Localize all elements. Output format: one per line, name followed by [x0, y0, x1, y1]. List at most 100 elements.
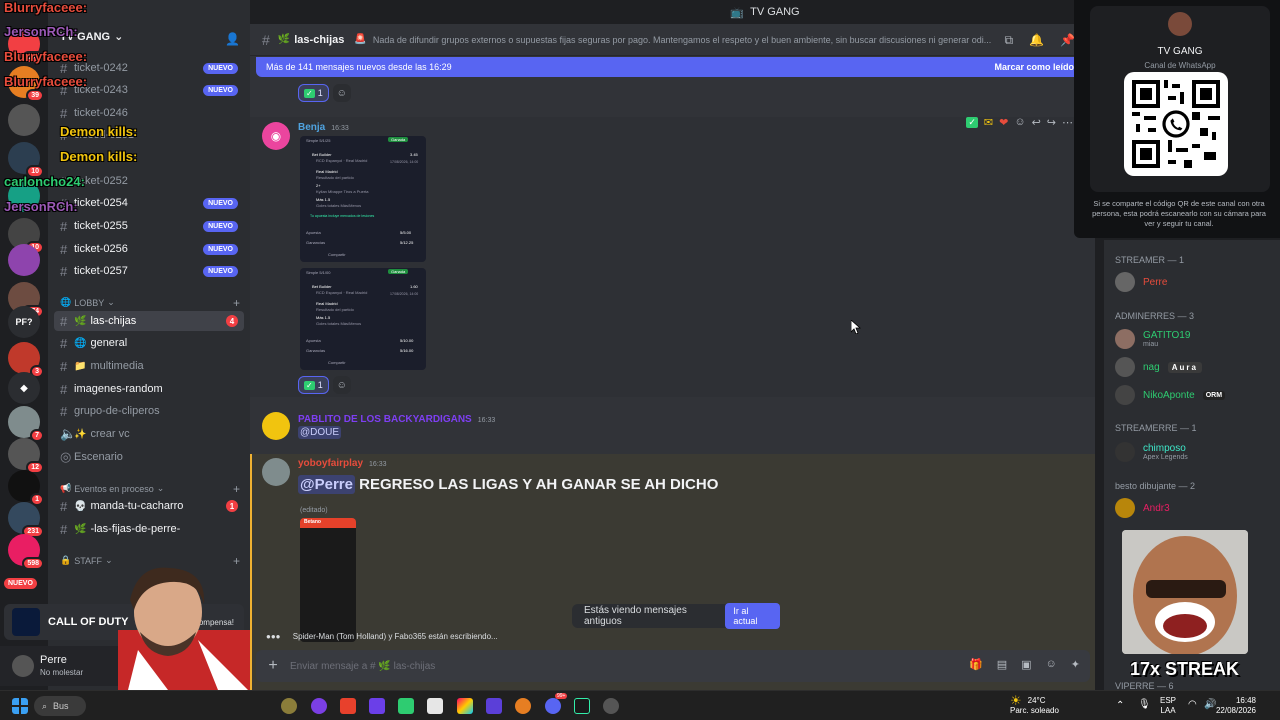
server-icon-13[interactable]: 1 — [8, 470, 44, 506]
tray-chevron-icon[interactable]: ⌃ — [1116, 700, 1124, 711]
app-icon-11[interactable] — [574, 698, 590, 714]
member-item[interactable]: chimposo Apex Legends — [1115, 440, 1188, 464]
channel-manda-tu-cacharro[interactable]: # 💀 manda-tu-cacharro 1 — [54, 496, 244, 516]
app-icon-2[interactable] — [311, 698, 327, 714]
windows-start-icon[interactable] — [12, 698, 28, 714]
gif-icon[interactable]: ▤ — [997, 658, 1007, 671]
composer-placeholder[interactable]: Enviar mensaje a # 🌿 las-chijas — [290, 661, 435, 672]
jump-to-present-button[interactable]: Ir al actual — [725, 603, 780, 629]
volume-icon[interactable]: 🔊 — [1204, 699, 1216, 710]
mail-icon[interactable]: ✉ — [984, 116, 993, 129]
server-icon-4[interactable]: 10 — [8, 142, 44, 178]
add-channel-icon[interactable]: + — [233, 296, 240, 310]
microphone-icon[interactable]: 🎙 — [1138, 699, 1151, 710]
gift-icon[interactable]: 🎁 — [969, 658, 983, 671]
brave-icon[interactable] — [340, 698, 356, 714]
check-icon[interactable]: ✓ — [966, 116, 978, 128]
plus-icon[interactable]: + — [256, 657, 290, 675]
bet-slip-image-1[interactable]: Simple 5/1/25 Ganada Bet Builder 3.45 RC… — [300, 136, 426, 262]
server-icon-12[interactable]: 12 — [8, 438, 44, 474]
channel-grupo-de-cliperos[interactable]: # grupo-de-cliperos — [54, 401, 244, 421]
capcut-icon[interactable] — [427, 698, 443, 714]
language-indicator[interactable]: ESP LAA — [1160, 696, 1176, 716]
message-author[interactable]: PABLITO DE LOS BACKYARDIGANS 16:33 — [298, 414, 495, 425]
add-reaction-button[interactable]: ☺ — [332, 84, 351, 102]
emoji-icon[interactable]: ☺ — [1046, 658, 1057, 671]
reaction-check[interactable]: ✓ 1 — [298, 376, 329, 394]
invite-person-icon[interactable]: 👤 — [225, 32, 240, 46]
member-name: Perre — [1143, 276, 1168, 288]
channel-escenario[interactable]: ◎ Escenario — [54, 447, 244, 467]
channel-ticket-0254[interactable]: # ticket-0254 NUEVO — [54, 193, 244, 213]
server-icon-7[interactable] — [8, 244, 40, 276]
channel-multimedia[interactable]: # 📁 multimedia — [54, 356, 244, 376]
reaction-check[interactable]: ✓ 1 — [298, 84, 329, 102]
forward-icon[interactable]: ↪ — [1047, 116, 1056, 129]
server-icon-11[interactable]: 7 — [8, 406, 44, 442]
member-item[interactable]: NikoAponte ORM — [1115, 383, 1226, 407]
reply-icon[interactable]: ↩ — [1032, 116, 1041, 129]
member-group-label: STREAMER — 1 — [1115, 255, 1185, 265]
app-icon-7[interactable] — [457, 698, 473, 714]
more-icon[interactable]: ⋯ — [1062, 116, 1073, 129]
message-composer[interactable]: + Enviar mensaje a # 🌿 las-chijas 🎁 ▤ ▣ … — [256, 650, 1090, 682]
add-reaction-icon[interactable]: ☺ — [1014, 116, 1025, 128]
streak-overlay: 17x STREAK — [1130, 659, 1240, 679]
channel-ticket-0256[interactable]: # ticket-0256 NUEVO — [54, 239, 244, 259]
app-icon-9[interactable] — [515, 698, 531, 714]
bell-icon[interactable]: 🔔 — [1029, 33, 1044, 48]
avatar[interactable]: ◉ — [262, 122, 290, 150]
threads-icon[interactable]: ⧉ — [1005, 33, 1014, 48]
app-icon-4[interactable] — [369, 698, 385, 714]
pin-icon[interactable]: 📌 — [1060, 33, 1075, 48]
weather-widget[interactable]: ☀ 24°C Parc. soleado — [1010, 694, 1059, 716]
add-reaction-button[interactable]: ☺ — [332, 376, 351, 394]
avatar[interactable] — [262, 458, 290, 486]
new-messages-bar[interactable]: Más de 141 mensajes nuevos desde las 16:… — [256, 57, 1084, 77]
channel-ticket-0255[interactable]: # ticket-0255 NUEVO — [54, 216, 244, 236]
member-item[interactable]: Perre — [1115, 270, 1167, 294]
wifi-icon[interactable]: ◠ — [1188, 699, 1197, 710]
member-item[interactable]: GATITO19 miau — [1115, 327, 1190, 351]
server-icon-15[interactable]: 598 — [8, 534, 44, 570]
add-channel-icon[interactable]: + — [233, 482, 240, 496]
placeholder-text: Enviar mensaje a # — [290, 660, 376, 672]
clock[interactable]: 16:48 22/08/2026 — [1216, 696, 1256, 716]
message-author[interactable]: Benja 16:33 — [298, 122, 349, 133]
avatar[interactable] — [12, 655, 34, 677]
member-item[interactable]: Andr3 — [1115, 496, 1170, 520]
channel-las-fijas-de-perre[interactable]: # 🌿 -las-fijas-de-perre- — [54, 519, 244, 539]
channel-ticket-0257[interactable]: # ticket-0257 NUEVO — [54, 261, 244, 281]
channel-topic[interactable]: Nada de difundir grupos externos o supue… — [373, 35, 1023, 45]
channel-crear-vc[interactable]: 🔈 ✨ crear vc — [54, 424, 244, 444]
category-events[interactable]: 📢 Eventos en proceso ⌄ — [60, 483, 164, 494]
channel-las-chijas[interactable]: # 🌿 las-chijas 4 — [54, 311, 244, 331]
server-icon-9[interactable]: 3 — [8, 342, 44, 378]
app-icon-1[interactable] — [281, 698, 297, 714]
member-item[interactable]: nag Aura — [1115, 355, 1202, 379]
user-mention[interactable]: @Perre — [298, 475, 355, 494]
message-author[interactable]: yoboyfairplay 16:33 — [298, 458, 387, 469]
apps-icon[interactable]: ✦ — [1071, 658, 1080, 671]
app-icon-12[interactable] — [603, 698, 619, 714]
bet-slip-image-2[interactable]: Simple 5/1/00 Ganada Bet Builder 1.60 RC… — [300, 268, 426, 370]
server-icon-14[interactable]: 231 — [8, 502, 44, 538]
heart-icon[interactable]: ❤ — [999, 116, 1008, 129]
taskbar-search[interactable]: ⌕ Bus — [34, 696, 86, 716]
channel-label: ticket-0256 — [74, 243, 128, 255]
channel-general[interactable]: # 🌐 general — [54, 333, 244, 353]
discord-icon[interactable]: 99+ — [545, 693, 568, 714]
app-icon-8[interactable] — [486, 698, 502, 714]
sticker-icon[interactable]: ▣ — [1021, 658, 1031, 671]
user-mention[interactable]: @DOUE — [298, 426, 342, 439]
server-icon-3[interactable] — [8, 104, 40, 136]
server-icon-pf[interactable]: PF? — [8, 306, 40, 338]
category-lobby[interactable]: 🌐 LOBBY ⌄ — [60, 297, 115, 308]
channel-imagenes-random[interactable]: # imagenes-random — [54, 379, 244, 399]
avatar[interactable] — [262, 412, 290, 440]
app-icon-5[interactable] — [398, 698, 414, 714]
mark-read-button[interactable]: Marcar como leído — [994, 62, 1074, 72]
channel-ticket-0246[interactable]: # ticket-0246 — [54, 103, 244, 123]
screenshot-image[interactable]: Betano — [300, 518, 356, 642]
server-icon-10[interactable]: ◆ — [8, 372, 40, 404]
